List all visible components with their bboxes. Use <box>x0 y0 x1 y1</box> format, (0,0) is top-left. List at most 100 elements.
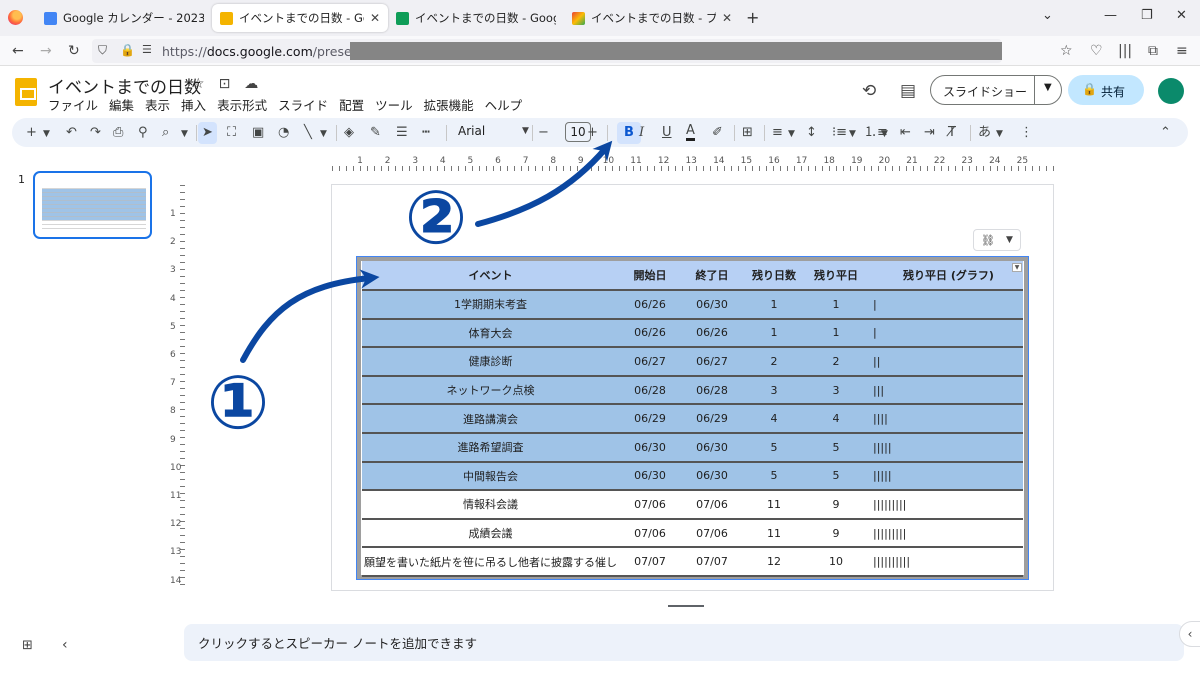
menu-extensions[interactable]: 拡張機能 <box>424 95 474 114</box>
header-end[interactable]: 終了日 <box>681 261 743 291</box>
cell-days[interactable]: 12 <box>743 547 805 577</box>
cell-graph[interactable]: |||| <box>867 404 1023 434</box>
move-folder-icon[interactable]: ⊡ <box>219 76 231 92</box>
bulleted-list-icon[interactable]: ⁝≡ <box>832 124 847 141</box>
fill-color-icon[interactable]: ◈ <box>344 124 354 141</box>
back-icon[interactable]: ← <box>12 43 24 59</box>
share-button[interactable]: 🔒 共有 <box>1068 75 1144 105</box>
menu-help[interactable]: ヘルプ <box>485 95 523 114</box>
tab-calendar[interactable]: Google カレンダー - 2023年 6月 2 <box>36 4 212 32</box>
input-tools-dropdown-icon[interactable]: ▼ <box>996 126 1003 143</box>
menu-insert[interactable]: 挿入 <box>181 95 206 114</box>
print-icon[interactable]: ⎙ <box>113 124 123 141</box>
menu-icon[interactable]: ≡ <box>1176 43 1188 59</box>
pocket-icon[interactable]: ♡ <box>1090 43 1103 59</box>
maximize-icon[interactable]: ❐ <box>1141 8 1153 23</box>
shield-icon[interactable]: ⛉ <box>98 43 107 58</box>
header-weekdays[interactable]: 残り平日 <box>805 261 867 291</box>
increase-font-size-icon[interactable]: + <box>587 124 598 141</box>
cell-event[interactable]: 情報科会議 <box>362 490 619 520</box>
cell-end[interactable]: 07/06 <box>681 490 743 520</box>
cell-weekdays[interactable]: 10 <box>805 547 867 577</box>
lock-icon[interactable]: 🔒 <box>120 43 135 57</box>
cell-graph[interactable]: ||||||||| <box>867 518 1023 549</box>
events-table[interactable]: イベント 開始日 終了日 残り日数 残り平日 残り平日 (グラフ) 1学期期末考… <box>362 261 1023 577</box>
cell-graph[interactable]: | <box>867 318 1023 349</box>
new-slide-dropdown-icon[interactable]: ▼ <box>43 126 50 143</box>
line-dropdown-icon[interactable]: ▼ <box>320 126 327 143</box>
collapse-toolbar-icon[interactable]: ⌃ <box>1160 124 1171 141</box>
grid-view-icon[interactable]: ⊞ <box>22 638 33 653</box>
firefox-logo-icon[interactable] <box>8 10 23 25</box>
menu-file[interactable]: ファイル <box>48 95 98 114</box>
italic-button[interactable]: I <box>639 124 644 141</box>
cell-days[interactable]: 5 <box>743 432 805 463</box>
account-avatar[interactable] <box>1158 78 1184 104</box>
menu-view[interactable]: 表示 <box>145 95 170 114</box>
cell-end[interactable]: 06/30 <box>681 461 743 492</box>
link-icon[interactable]: ⛓ <box>981 234 995 247</box>
cell-weekdays[interactable]: 3 <box>805 375 867 406</box>
new-tab-icon[interactable]: + <box>746 8 759 27</box>
cell-days[interactable]: 5 <box>743 461 805 492</box>
permissions-icon[interactable]: ☰ <box>142 43 152 56</box>
cell-event[interactable]: 中間報告会 <box>362 461 619 492</box>
vertical-ruler[interactable]: 1 2 3 4 5 6 7 8 9 10 11 12 13 14 <box>170 185 185 590</box>
cell-graph[interactable]: ||||| <box>867 432 1023 463</box>
slideshow-button[interactable]: スライドショー ▼ <box>930 75 1062 105</box>
notes-resize-handle[interactable] <box>668 605 704 607</box>
cell-weekdays[interactable]: 2 <box>805 347 867 377</box>
paint-format-icon[interactable]: ⚲ <box>138 124 148 141</box>
library-icon[interactable]: ||| <box>1118 43 1132 59</box>
slideshow-dropdown-icon[interactable]: ▼ <box>1044 82 1052 93</box>
tab-sheets[interactable]: イベントまでの日数 - Google スプレ <box>388 4 564 32</box>
cell-end[interactable]: 07/06 <box>681 518 743 549</box>
tab-slides[interactable]: イベントまでの日数 - Google スライ ✕ <box>212 4 388 32</box>
cell-days[interactable]: 4 <box>743 404 805 434</box>
border-dash-icon[interactable]: ┅ <box>422 124 430 141</box>
cell-start[interactable]: 07/07 <box>619 547 681 577</box>
cell-start[interactable]: 06/28 <box>619 375 681 406</box>
underline-button[interactable]: U <box>662 124 672 141</box>
table-header-dropdown-icon[interactable]: ▼ <box>1012 263 1022 272</box>
cell-start[interactable]: 07/06 <box>619 490 681 520</box>
cell-graph[interactable]: |||||||||| <box>867 547 1023 577</box>
increase-indent-icon[interactable]: ⇥ <box>924 124 935 141</box>
cell-start[interactable]: 07/06 <box>619 518 681 549</box>
font-dropdown-icon[interactable]: ▼ <box>522 126 529 136</box>
insert-link-icon[interactable]: ⊞ <box>742 124 753 141</box>
cell-days[interactable]: 1 <box>743 318 805 349</box>
cell-end[interactable]: 06/27 <box>681 347 743 377</box>
cell-event[interactable]: 体育大会 <box>362 318 619 349</box>
comments-icon[interactable]: ▤ <box>900 81 916 101</box>
cell-days[interactable]: 1 <box>743 290 805 320</box>
cell-weekdays[interactable]: 5 <box>805 461 867 492</box>
header-days[interactable]: 残り日数 <box>743 261 805 291</box>
link-chip[interactable]: ⛓ ▼ <box>973 229 1021 251</box>
cell-start[interactable]: 06/26 <box>619 318 681 349</box>
version-history-icon[interactable]: ⟲ <box>862 81 876 101</box>
more-options-icon[interactable]: ⋮ <box>1020 124 1033 141</box>
cell-end[interactable]: 06/29 <box>681 404 743 434</box>
header-event[interactable]: イベント <box>362 261 619 291</box>
cell-event[interactable]: 1学期期末考査 <box>362 290 619 320</box>
cloud-status-icon[interactable]: ☁ <box>244 76 258 92</box>
star-icon[interactable]: ☆ <box>192 76 205 92</box>
cell-start[interactable]: 06/30 <box>619 432 681 463</box>
horizontal-ruler[interactable]: 1 2 3 4 5 6 7 8 9 10 11 12 13 14 15 16 17 18 19 20 21 22 23 24 2… <box>332 156 1054 171</box>
decrease-indent-icon[interactable]: ⇤ <box>900 124 911 141</box>
close-window-icon[interactable]: ✕ <box>1176 8 1187 23</box>
cell-end[interactable]: 07/07 <box>681 547 743 577</box>
text-color-button[interactable]: A <box>686 124 695 141</box>
numbered-dropdown-icon[interactable]: ▼ <box>881 126 888 143</box>
undo-icon[interactable]: ↶ <box>66 124 77 141</box>
minimize-icon[interactable]: — <box>1104 8 1117 23</box>
cell-event[interactable]: 進路講演会 <box>362 404 619 434</box>
menu-tools[interactable]: ツール <box>375 95 413 114</box>
url-bar[interactable]: ⛉ 🔒 ☰ https://docs.google.com/presentati… <box>92 39 1002 63</box>
reload-icon[interactable]: ↻ <box>68 43 80 59</box>
zoom-dropdown-icon[interactable]: ▼ <box>181 126 188 143</box>
cell-start[interactable]: 06/30 <box>619 461 681 492</box>
input-tools-button[interactable]: あ <box>978 124 991 141</box>
extensions-icon[interactable]: ⧉ <box>1148 43 1158 59</box>
